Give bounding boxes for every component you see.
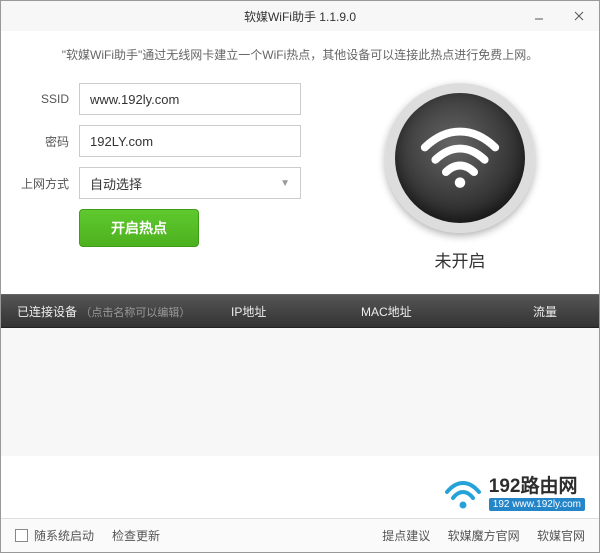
autostart-label: 随系统启动 xyxy=(34,527,94,544)
window-title: 软媒WiFi助手 1.1.9.0 xyxy=(244,8,356,25)
method-select-value: 自动选择 xyxy=(90,174,142,193)
window-controls xyxy=(519,1,599,31)
method-row: 上网方式 自动选择 ▼ xyxy=(21,167,301,199)
wifi-indicator xyxy=(385,83,535,233)
col-device: 已连接设备 （点击名称可以编辑） xyxy=(1,303,231,320)
footer: 随系统启动 检查更新 提点建议 软媒魔方官网 软媒官网 xyxy=(1,518,599,552)
password-input[interactable] xyxy=(79,125,301,157)
description-text: "软媒WiFi助手"通过无线网卡建立一个WiFi热点，其他设备可以连接此热点进行… xyxy=(1,31,599,73)
col-device-hint: （点击名称可以编辑） xyxy=(80,307,190,319)
checkbox-icon xyxy=(15,529,28,542)
ssid-input[interactable] xyxy=(79,83,301,115)
ruanmei-site-link[interactable]: 软媒官网 xyxy=(537,529,585,543)
footer-links: 提点建议 软媒魔方官网 软媒官网 xyxy=(368,527,585,544)
device-table-body xyxy=(1,328,599,456)
col-traffic: 流量 xyxy=(491,303,599,320)
col-device-label: 已连接设备 xyxy=(17,305,77,319)
device-table-header: 已连接设备 （点击名称可以编辑） IP地址 MAC地址 流量 xyxy=(1,294,599,328)
wifi-status-text: 未开启 xyxy=(435,247,486,272)
suggest-link[interactable]: 提点建议 xyxy=(382,529,430,543)
watermark-icon xyxy=(443,474,483,514)
ssid-label: SSID xyxy=(21,92,79,106)
method-label: 上网方式 xyxy=(21,175,79,192)
wifi-status-column: 未开启 xyxy=(301,83,579,272)
ssid-row: SSID xyxy=(21,83,301,115)
watermark-text: 192路由网 192 www.192ly.com xyxy=(489,477,585,511)
chevron-down-icon: ▼ xyxy=(280,178,290,189)
watermark: 192路由网 192 www.192ly.com xyxy=(443,474,585,514)
method-select[interactable]: 自动选择 ▼ xyxy=(79,167,301,199)
autostart-checkbox[interactable]: 随系统启动 xyxy=(15,527,94,544)
watermark-title: 192路由网 xyxy=(489,477,585,496)
form-column: SSID 密码 上网方式 自动选择 ▼ 开启热点 xyxy=(21,83,301,272)
check-update-link[interactable]: 检查更新 xyxy=(112,527,160,544)
wifi-icon xyxy=(416,114,504,202)
minimize-button[interactable] xyxy=(519,1,559,31)
col-mac: MAC地址 xyxy=(361,303,491,320)
password-label: 密码 xyxy=(21,133,79,150)
password-row: 密码 xyxy=(21,125,301,157)
col-ip: IP地址 xyxy=(231,303,361,320)
ruanmei-mofang-link[interactable]: 软媒魔方官网 xyxy=(448,529,520,543)
config-area: SSID 密码 上网方式 自动选择 ▼ 开启热点 未开启 xyxy=(1,73,599,272)
watermark-sub: 192 www.192ly.com xyxy=(489,498,585,511)
titlebar: 软媒WiFi助手 1.1.9.0 xyxy=(1,1,599,31)
close-button[interactable] xyxy=(559,1,599,31)
start-hotspot-button[interactable]: 开启热点 xyxy=(79,209,199,247)
